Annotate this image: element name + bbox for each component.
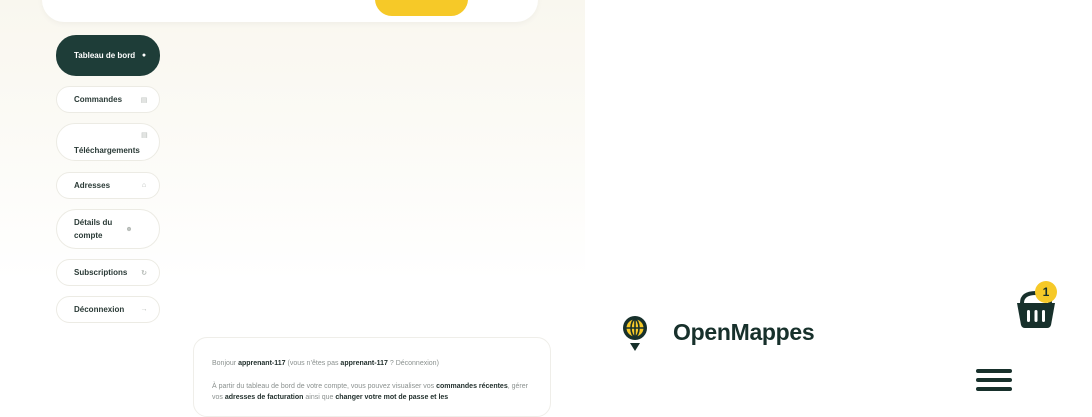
mobile-site-header: OpenMappes 1 [593,263,1092,401]
nav-item-orders[interactable]: Commandes ▤ [56,86,160,113]
logout-link[interactable]: Déconnexion [396,360,437,367]
nav-item-account-details[interactable]: Détails du compte ☻ [56,209,160,249]
nav-item-downloads[interactable]: Téléchargements ▤ [56,123,160,161]
dashboard-icon: ● [141,52,147,59]
dashboard-content: Bonjour apprenant-117 (vous n’êtes pas a… [193,337,551,417]
nav-item-label: Adresses [74,181,111,190]
brand-name[interactable]: OpenMappes [673,319,815,346]
nav-item-logout[interactable]: Déconnexion → [56,296,160,323]
nav-item-addresses[interactable]: Adresses ⌂ [56,172,160,199]
recent-orders-link[interactable]: commandes récentes [436,383,508,390]
hamburger-menu-icon[interactable] [976,369,1012,397]
intro-prefix: À partir du tableau de bord de votre com… [212,383,437,390]
change-password-link[interactable]: changer votre mot de passe et les [335,394,448,401]
downloads-icon: ▤ [141,132,148,139]
username: apprenant-117 [238,360,286,367]
nav-item-subscriptions[interactable]: Subscriptions ↻ [56,259,160,286]
logout-icon: → [140,306,148,313]
nav-item-label: Détails du compte [74,218,113,240]
greeting-prefix: Bonjour [212,360,239,367]
nav-item-label: Commandes [74,95,123,104]
cart-button[interactable]: 1 [1013,281,1063,329]
globe-pin-icon[interactable] [620,315,650,357]
nav-item-label: Téléchargements [74,146,140,155]
greeting-separator: ? [387,360,396,367]
nav-item-label: Tableau de bord [74,51,136,60]
billing-addresses-link[interactable]: adresses de facturation [225,394,304,401]
nav-item-label: Subscriptions [74,268,128,277]
username-repeat: apprenant-117 [340,360,388,367]
nav-item-label: Déconnexion [74,305,125,314]
intro-text: À partir du tableau de bord de votre com… [212,381,532,403]
greeting-middle: (vous n’êtes pas [285,360,341,367]
top-action-button[interactable] [375,0,468,16]
nav-item-dashboard[interactable]: Tableau de bord ● [56,35,160,76]
user-icon: ☻ [125,225,133,233]
cart-count-badge: 1 [1035,281,1057,303]
orders-icon: ▤ [140,96,148,104]
refresh-icon: ↻ [141,269,147,277]
intro-middle-2: ainsi que [303,394,336,401]
greeting-end: ) [436,360,439,367]
account-page: Tableau de bord ● Commandes ▤ Télécharge… [0,0,585,417]
home-icon: ⌂ [141,182,147,189]
greeting-text: Bonjour apprenant-117 (vous n’êtes pas a… [212,358,532,369]
